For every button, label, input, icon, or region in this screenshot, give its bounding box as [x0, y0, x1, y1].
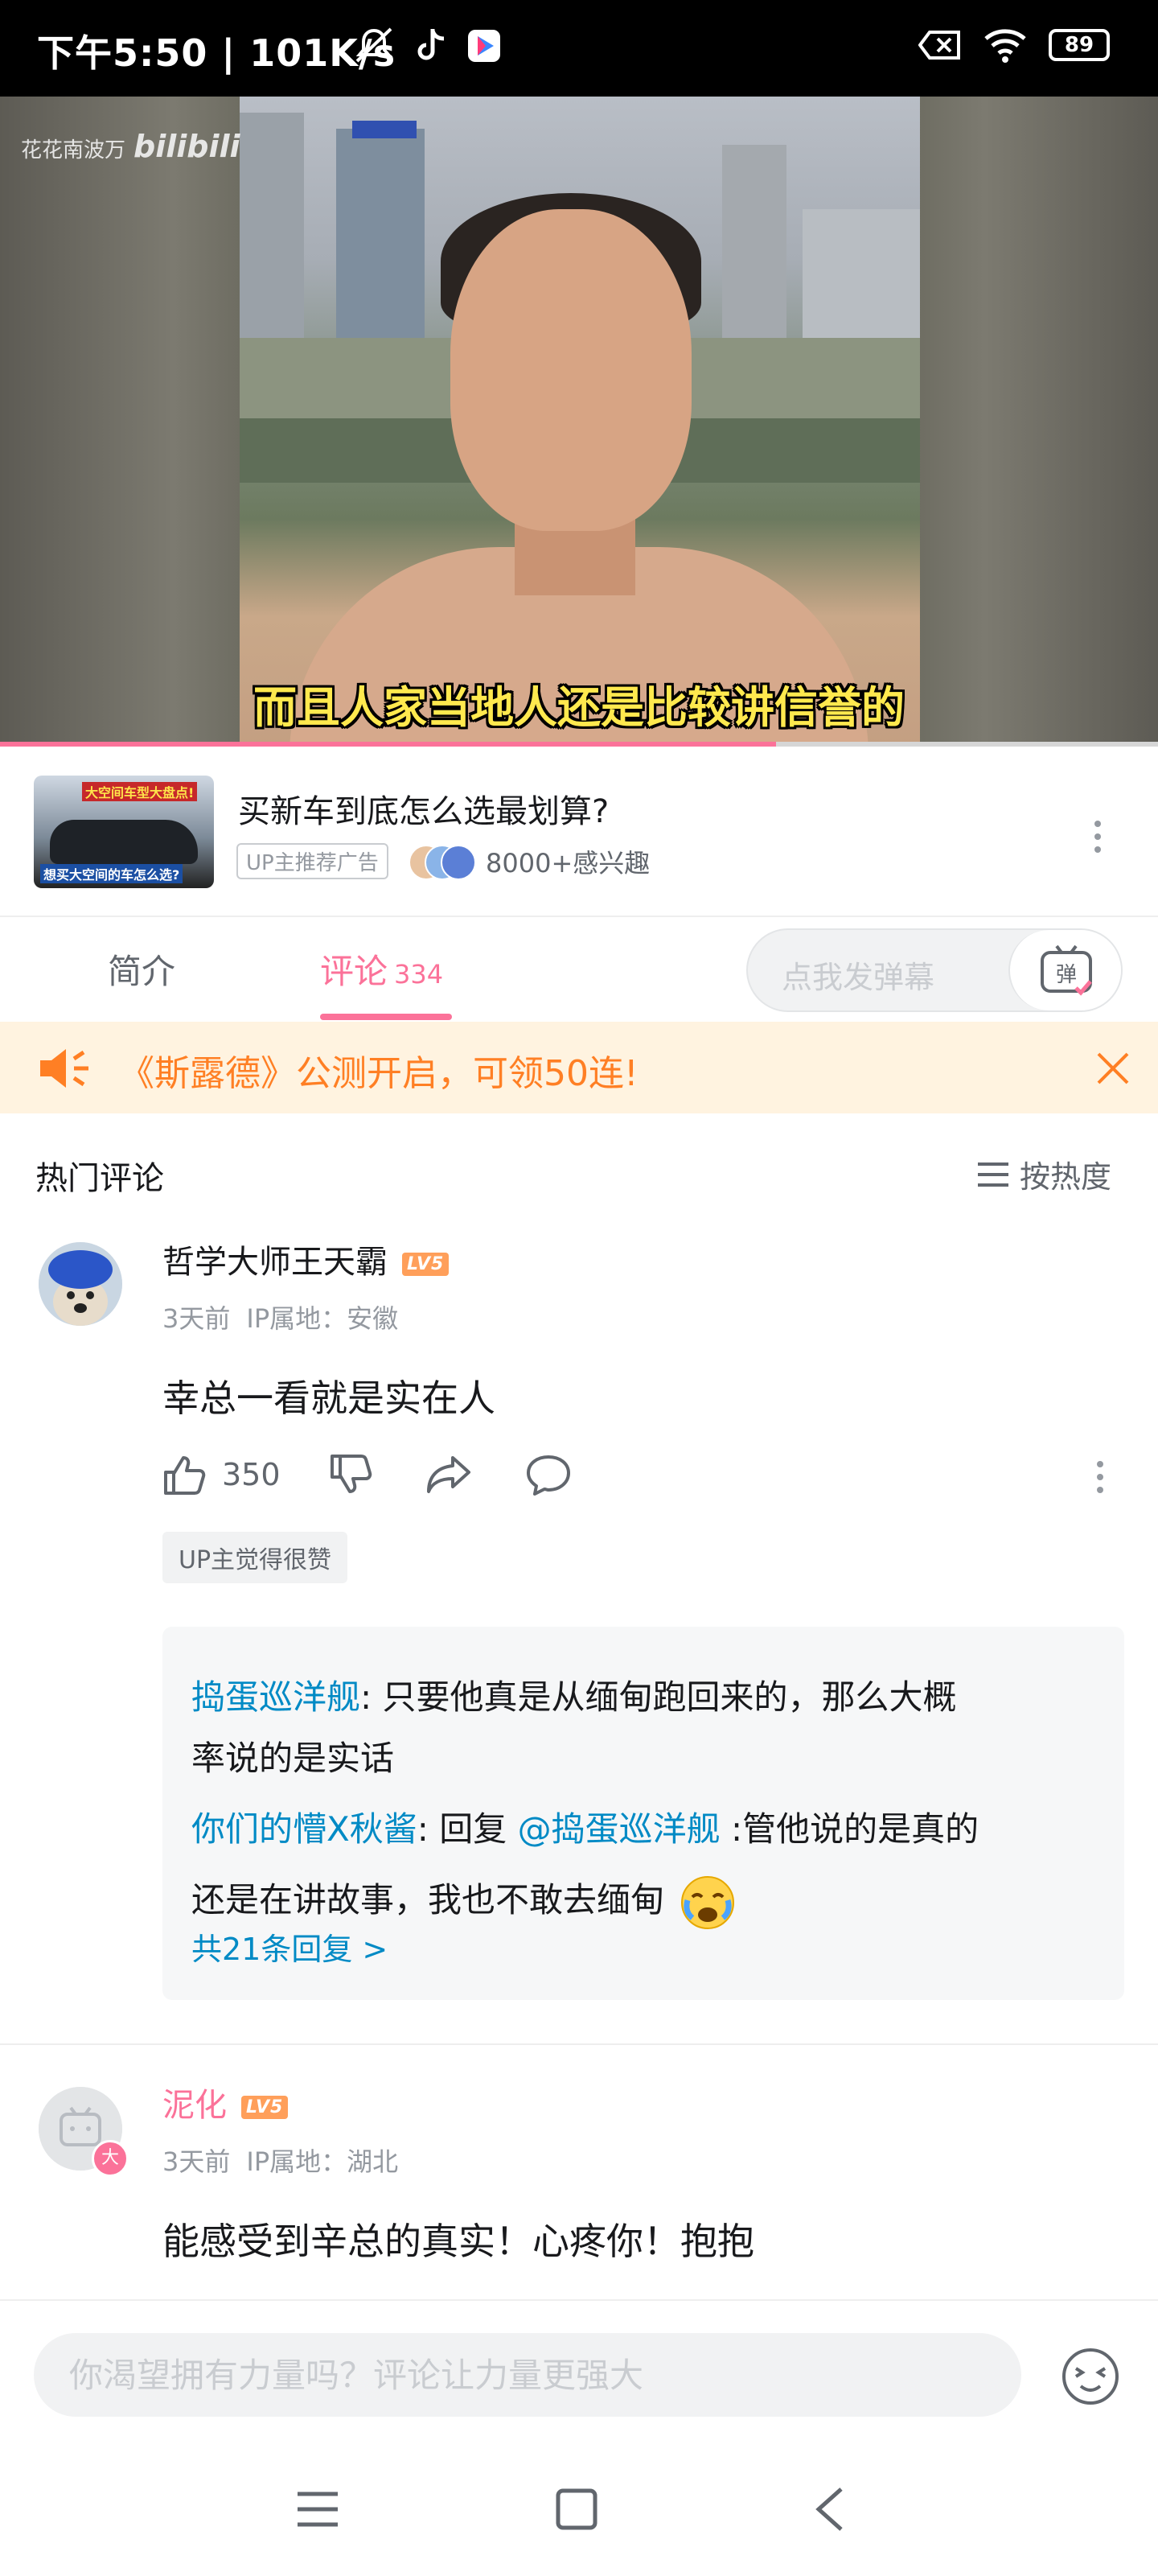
- tab-comments[interactable]: 评论 334: [320, 944, 443, 994]
- reply-icon[interactable]: [525, 1454, 572, 1496]
- reply-line: 还是在讲故事，我也不敢去缅甸: [191, 1868, 736, 1932]
- reply-sep: :: [417, 1809, 440, 1849]
- reply-username[interactable]: 捣蛋巡洋舰: [191, 1677, 360, 1717]
- ad-thumb-caption-top: 大空间车型大盘点!: [82, 782, 198, 801]
- status-bar: 下午5:50 | 101K/s 89: [0, 0, 1158, 97]
- watermark-logo: bilibili: [133, 129, 240, 164]
- sort-icon: [978, 1162, 1008, 1187]
- emoji-icon[interactable]: [1060, 2346, 1121, 2407]
- reply-mention[interactable]: @捣蛋巡洋舰: [518, 1809, 721, 1849]
- tab-bar: 简介 评论 334 点我发弹幕 弹: [0, 916, 1158, 1023]
- wifi-icon: [984, 29, 1026, 63]
- menu-icon[interactable]: [296, 2489, 339, 2529]
- reply-line: 你们的懵X秋酱: 回复 @捣蛋巡洋舰 :管他说的是真的: [191, 1797, 979, 1862]
- comment-actions: 350: [162, 1453, 572, 1496]
- dog-avatar-image: [39, 1242, 122, 1326]
- username-text[interactable]: 哲学大师王天霸: [162, 1244, 388, 1281]
- reply-text: 还是在讲故事，我也不敢去缅甸: [191, 1880, 665, 1920]
- ad-tag: UP主推荐广告: [236, 843, 388, 879]
- tab-comments-count: 334: [394, 959, 444, 990]
- battery-icon: 89: [1049, 29, 1110, 61]
- ad-card[interactable]: 大空间车型大盘点! 想买大空间的车怎么选? 买新车到底怎么选最划算? UP主推荐…: [0, 747, 1158, 917]
- comment-meta: 3天前 IP属地：湖北: [162, 2142, 398, 2179]
- mute-icon: [355, 27, 392, 63]
- comment-username: 泥化 LV5: [162, 2079, 289, 2125]
- video-subtitle: 而且人家当地人还是比较讲信誉的: [253, 682, 905, 733]
- share-icon[interactable]: [425, 1455, 472, 1495]
- watermark-text: 花花南波万: [21, 138, 126, 163]
- tab-active-indicator: [320, 1014, 452, 1020]
- tab-intro[interactable]: 简介: [108, 944, 175, 994]
- app-icon: [468, 30, 500, 62]
- ad-interest-count: 8000+感兴趣: [486, 848, 651, 879]
- hot-comments-header: 热门评论: [35, 1160, 164, 1197]
- tab-comments-label: 评论: [320, 952, 388, 991]
- car-image: [50, 820, 198, 864]
- danmaku-button-label: 弹: [1056, 963, 1077, 987]
- notice-banner[interactable]: 《斯露德》公测开启，可领50连!: [0, 1022, 1158, 1113]
- reply-prefix: 回复: [439, 1809, 518, 1849]
- sim-x-icon: [918, 31, 960, 60]
- up-liked-badge: UP主觉得很赞: [162, 1532, 348, 1583]
- reply-text: :管他说的是真的: [720, 1809, 979, 1849]
- comment-text: 能感受到辛总的真实！心疼你！抱抱: [162, 2220, 754, 2263]
- like-icon[interactable]: [162, 1453, 206, 1496]
- danmaku-placeholder: 点我发弹幕: [782, 960, 935, 995]
- home-icon[interactable]: [555, 2488, 598, 2531]
- level-badge: LV5: [402, 1252, 450, 1276]
- ad-interested-avatars: [409, 842, 476, 880]
- dislike-icon[interactable]: [329, 1453, 372, 1496]
- comment-text: 幸总一看就是实在人: [162, 1376, 495, 1420]
- ad-thumbnail[interactable]: 大空间车型大盘点! 想买大空间的车怎么选?: [34, 776, 214, 888]
- crying-emoji-icon: [681, 1875, 735, 1929]
- like-count: 350: [222, 1457, 281, 1492]
- reply-username[interactable]: 你们的懵X秋酱: [191, 1809, 417, 1849]
- comment-meta: 3天前 IP属地：安徽: [162, 1298, 398, 1335]
- reply-sep: :: [360, 1677, 383, 1717]
- system-nav-bar: [0, 2462, 1158, 2576]
- avatar[interactable]: 大: [39, 2087, 129, 2177]
- notice-text: 《斯露德》公测开启，可领50连!: [119, 1053, 639, 1094]
- ad-title[interactable]: 买新车到底怎么选最划算?: [238, 785, 609, 832]
- video-player[interactable]: 花花南波万 bilibili 而且人家当地人还是比较讲信誉的: [0, 97, 1158, 747]
- comment-username: 哲学大师王天霸 LV5: [162, 1236, 450, 1282]
- comment-ip: IP属地：湖北: [246, 2146, 399, 2177]
- speaker-icon: [40, 1049, 88, 1088]
- danmaku-input[interactable]: 点我发弹幕 弹: [746, 928, 1123, 1012]
- battery-level: 89: [1064, 33, 1094, 57]
- reply-line: 捣蛋巡洋舰: 只要他真是从缅甸跑回来的，那么大概: [191, 1665, 957, 1730]
- comment-input[interactable]: [34, 2333, 1021, 2417]
- reply-line: 率说的是实话: [191, 1726, 394, 1791]
- person-face: [450, 209, 692, 531]
- tiktok-icon: [417, 29, 445, 60]
- close-icon[interactable]: [1095, 1051, 1131, 1086]
- more-icon[interactable]: [1094, 821, 1102, 853]
- reply-text: 只要他真是从缅甸跑回来的，那么大概: [382, 1677, 957, 1717]
- comment-divider: [0, 2043, 1158, 2045]
- avatar[interactable]: [39, 1242, 122, 1326]
- sort-button[interactable]: 按热度: [976, 1152, 1111, 1196]
- ad-thumb-caption-bottom: 想买大空间的车怎么选?: [40, 864, 183, 883]
- more-replies-link[interactable]: 共21条回复 >: [191, 1924, 388, 1969]
- video-watermark: 花花南波万 bilibili: [21, 129, 240, 164]
- back-icon[interactable]: [812, 2486, 848, 2533]
- comment-ip: IP属地：安徽: [246, 1303, 399, 1334]
- reply-preview[interactable]: 捣蛋巡洋舰: 只要他真是从缅甸跑回来的，那么大概 率说的是实话 你们的懵X秋酱:…: [162, 1627, 1124, 2000]
- reply-text: 率说的是实话: [191, 1739, 395, 1778]
- comment-time: 3天前: [162, 1303, 231, 1334]
- comment-input-bar: [0, 2299, 1158, 2576]
- sort-label: 按热度: [1020, 1159, 1112, 1195]
- username-text[interactable]: 泥化: [162, 2087, 227, 2124]
- vip-badge: 大: [92, 2140, 129, 2177]
- danmaku-button[interactable]: 弹: [1008, 930, 1121, 1010]
- level-badge: LV5: [241, 2095, 289, 2119]
- status-time: 下午5:50 | 101K/s: [37, 31, 396, 75]
- comment-time: 3天前: [162, 2146, 231, 2177]
- more-icon[interactable]: [1097, 1461, 1103, 1493]
- tv-icon: 弹: [1041, 944, 1092, 996]
